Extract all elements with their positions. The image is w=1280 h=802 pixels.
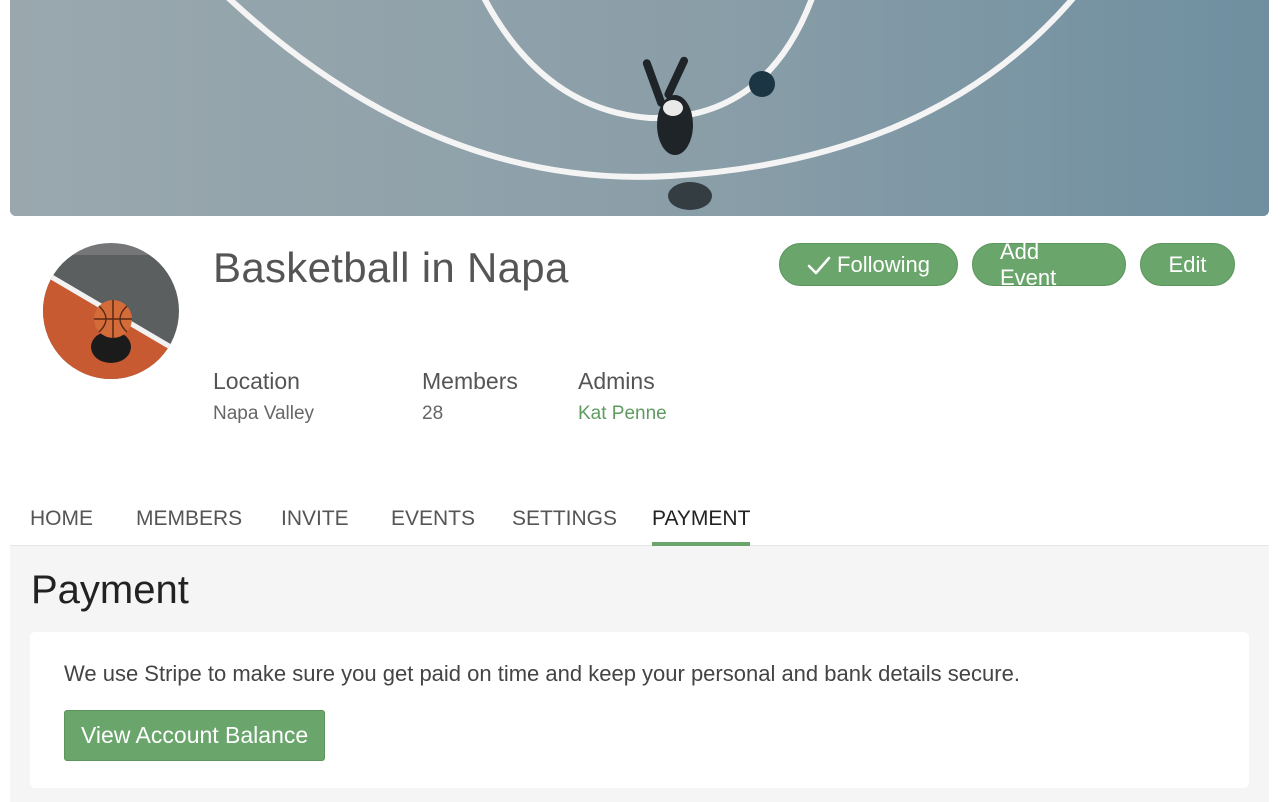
group-title: Basketball in Napa <box>213 244 569 291</box>
meta-members-value: 28 <box>422 403 444 424</box>
tab-home[interactable]: HOME <box>30 504 93 546</box>
admin-link[interactable]: Kat Penne <box>578 403 667 425</box>
add-event-button[interactable]: Add Event <box>972 239 1126 290</box>
tab-settings[interactable]: SETTINGS <box>512 504 617 546</box>
tab-invite[interactable]: INVITE <box>281 504 349 546</box>
group-avatar <box>43 243 179 379</box>
view-account-balance-label: View Account Balance <box>81 722 309 748</box>
meta-admins-label: Admins <box>578 368 655 394</box>
edit-button-label: Edit <box>1168 251 1207 277</box>
payment-card: We use Stripe to make sure you get paid … <box>30 632 1249 788</box>
meta-members-label: Members <box>422 368 518 394</box>
tab-events[interactable]: EVENTS <box>391 504 475 546</box>
following-button-label: Following <box>837 251 930 277</box>
meta-location: Location Napa Valley <box>213 368 314 425</box>
section-title: Payment <box>31 568 189 612</box>
cover-image-graphic <box>10 0 1269 216</box>
meta-location-label: Location <box>213 368 300 394</box>
following-button[interactable]: Following <box>779 243 958 286</box>
meta-members: Members 28 <box>422 368 518 425</box>
view-account-balance-button[interactable]: View Account Balance <box>64 710 326 761</box>
payment-section: Payment We use Stripe to make sure you g… <box>10 546 1269 802</box>
payment-description: We use Stripe to make sure you get paid … <box>64 661 1020 686</box>
check-icon <box>807 256 831 274</box>
add-event-button-label: Add Event <box>1000 238 1057 290</box>
cover-image <box>10 0 1269 216</box>
meta-location-value: Napa Valley <box>213 403 315 424</box>
group-tabs: HOME MEMBERS INVITE EVENTS SETTINGS PAYM… <box>10 504 1269 546</box>
meta-admins: Admins Kat Penne <box>578 368 667 425</box>
group-avatar-graphic <box>43 243 179 379</box>
tab-payment[interactable]: PAYMENT <box>652 504 751 546</box>
group-actions: Following Add Event Edit <box>779 239 1235 290</box>
edit-button[interactable]: Edit <box>1140 243 1235 286</box>
tab-members[interactable]: MEMBERS <box>136 504 242 546</box>
